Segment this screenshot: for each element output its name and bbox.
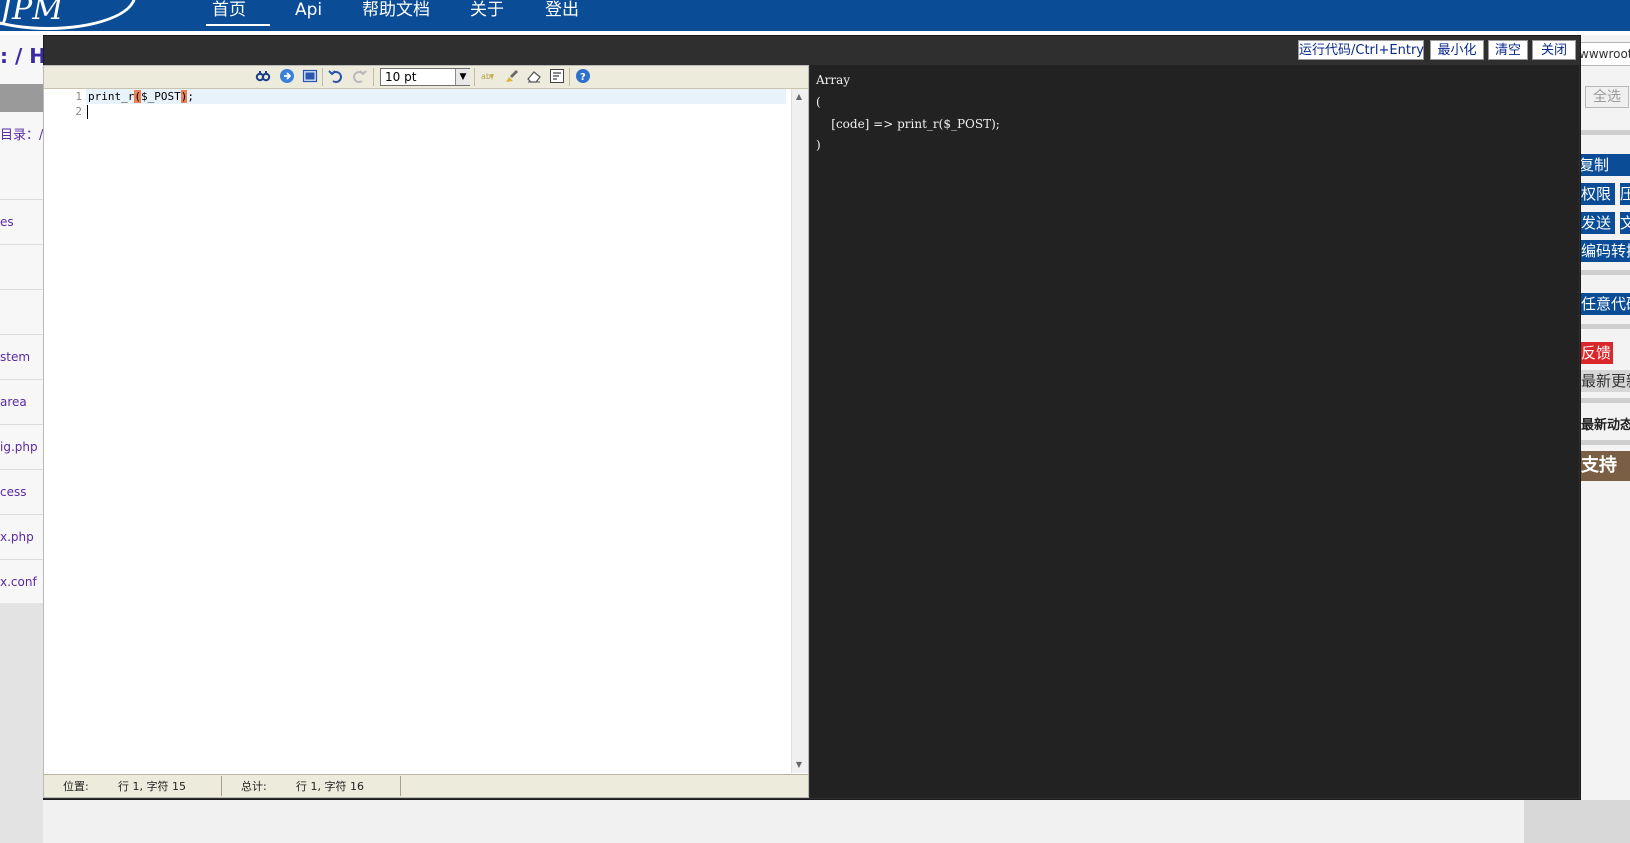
fullscreen-icon[interactable] [301, 68, 319, 86]
background-encoding-button[interactable]: 编码转换 [1581, 240, 1630, 262]
line-number: 2 [75, 105, 82, 118]
background-path-input[interactable]: wwwroot/ [1578, 42, 1630, 66]
minimize-button[interactable]: 最小化 [1430, 40, 1484, 60]
scroll-up-icon[interactable]: ▲ [792, 91, 806, 103]
nav-item-logout[interactable]: 登出 [545, 0, 579, 20]
help-icon[interactable]: ? [574, 68, 592, 86]
line-number-gutter [44, 89, 84, 773]
background-file-item[interactable]: x.conf [0, 560, 43, 605]
code-editor[interactable] [43, 65, 809, 798]
toolbar-separator [474, 68, 475, 86]
status-total-value: 行 1, 字符 16 [296, 780, 364, 793]
syntax-toggle-icon[interactable]: ab [479, 68, 497, 86]
background-file-item[interactable] [0, 290, 43, 335]
status-total-label: 总计: [241, 780, 267, 793]
background-select-all-button[interactable]: 全选 [1585, 86, 1629, 108]
background-latest-update[interactable]: 最新更新 [1581, 370, 1630, 392]
word-wrap-icon[interactable] [548, 68, 566, 86]
background-file-item[interactable]: stem [0, 335, 43, 380]
scroll-down-icon[interactable]: ▼ [792, 759, 806, 771]
run-code-button[interactable]: 运行代码/Ctrl+Entry [1298, 40, 1424, 60]
code-token-variable: $_POST [140, 90, 181, 103]
background-list-header [0, 84, 43, 112]
code-token-function: print_r [88, 90, 135, 103]
toolbar-separator [373, 68, 374, 86]
background-file-button[interactable]: 文 [1620, 212, 1630, 234]
background-support-banner[interactable]: 支持 [1581, 451, 1630, 481]
background-file-item[interactable] [0, 155, 43, 200]
status-position-label: 位置: [63, 780, 89, 793]
status-divider [221, 776, 222, 796]
go-to-line-icon[interactable] [278, 68, 296, 86]
matching-paren-open: ( [134, 90, 141, 103]
nav-active-underline [206, 24, 270, 26]
background-divider [1581, 270, 1630, 275]
output-line: ( [816, 95, 821, 109]
nav-item-about[interactable]: 关于 [470, 0, 504, 20]
background-lower-area [0, 603, 43, 843]
background-path-title: : / H [0, 44, 46, 68]
logo: JPM [0, 0, 63, 27]
background-file-item[interactable]: es [0, 200, 43, 245]
background-divider [1581, 440, 1630, 445]
background-file-item[interactable]: area [0, 380, 43, 425]
background-file-item[interactable]: cess [0, 470, 43, 515]
output-line: ) [816, 138, 821, 152]
background-any-code-button[interactable]: 任意代码 [1581, 293, 1630, 315]
close-button[interactable]: 关闭 [1532, 40, 1576, 60]
code-line[interactable]: print_r($_POST); [88, 90, 194, 103]
nav-item-api[interactable]: Api [295, 0, 322, 20]
eraser-icon[interactable] [525, 68, 543, 86]
background-copy-button[interactable]: 复制 [1579, 154, 1630, 176]
toolbar-separator [322, 68, 323, 86]
background-feedback-button[interactable]: 反馈 [1581, 342, 1613, 364]
search-icon[interactable] [254, 68, 272, 86]
background-divider [1581, 130, 1630, 135]
toolbar-separator [569, 68, 570, 86]
clear-button[interactable]: 清空 [1488, 40, 1528, 60]
nav-item-help-docs[interactable]: 帮助文档 [362, 0, 430, 20]
line-number: 1 [75, 90, 82, 103]
editor-scrollbar[interactable] [791, 89, 808, 773]
redo-icon[interactable] [350, 68, 368, 86]
output-line: [code] => print_r($_POST); [816, 117, 1000, 131]
undo-icon[interactable] [327, 68, 345, 86]
highlight-brush-icon[interactable] [502, 68, 520, 86]
background-send-button[interactable]: 发送 [1581, 212, 1615, 234]
status-divider [400, 776, 401, 796]
background-divider [1581, 324, 1630, 329]
background-file-item[interactable]: ig.php [0, 425, 43, 470]
status-position-value: 行 1, 字符 15 [118, 780, 186, 793]
output-panel [810, 65, 1579, 798]
chevron-down-icon[interactable]: ▼ [455, 69, 470, 85]
svg-text:ab: ab [481, 72, 491, 81]
text-caret [87, 105, 88, 119]
background-file-item[interactable]: x.php [0, 515, 43, 560]
output-line: Array [816, 73, 851, 87]
svg-text:?: ? [580, 72, 586, 83]
background-divider [1581, 398, 1630, 403]
background-compress-button[interactable]: 压 [1620, 183, 1630, 205]
code-token-semicolon: ; [187, 90, 194, 103]
background-dir-label: 目录：/ [0, 128, 44, 143]
background-right-footer [1524, 800, 1630, 843]
nav-item-home[interactable]: 首页 [212, 0, 246, 20]
background-latest-news: 最新动态(本 [1581, 418, 1630, 433]
background-permission-button[interactable]: 权限 [1581, 183, 1615, 205]
background-file-item[interactable] [0, 245, 43, 290]
